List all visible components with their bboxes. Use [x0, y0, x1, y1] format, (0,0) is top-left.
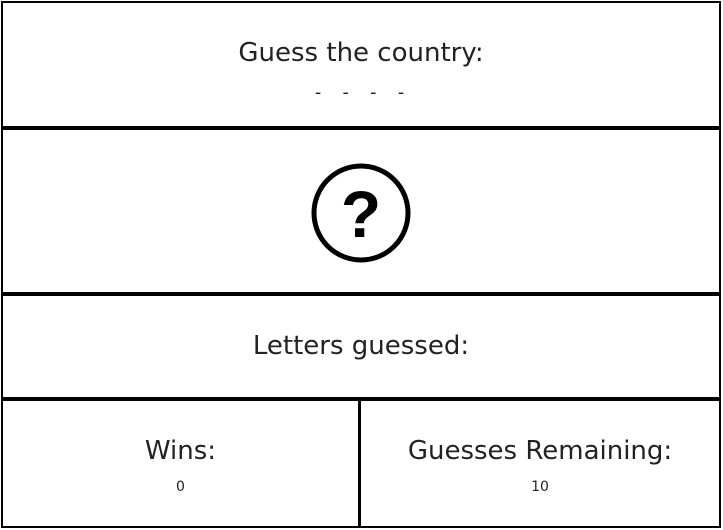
question-mark-glyph: ?	[341, 177, 381, 251]
letters-guessed-panel: Letters guessed:	[3, 296, 719, 401]
wins-label: Wins:	[144, 436, 217, 466]
guesses-remaining-label: Guesses Remaining:	[407, 436, 673, 466]
guesses-remaining-stat: Guesses Remaining: 10	[361, 401, 719, 526]
game-board: Guess the country: - - - - ? Letters gue…	[1, 1, 721, 528]
word-panel: Guess the country: - - - -	[3, 3, 719, 130]
country-image-panel: ?	[3, 130, 719, 296]
guesses-remaining-value: 10	[531, 479, 549, 495]
stats-panel: Wins: 0 Guesses Remaining: 10	[3, 401, 719, 526]
letters-guessed-heading: Letters guessed:	[252, 331, 470, 361]
wins-stat: Wins: 0	[3, 401, 361, 526]
word-prompt-heading: Guess the country:	[238, 38, 484, 68]
word-blanks: - - - -	[312, 82, 410, 103]
question-mark-circle-icon: ?	[311, 163, 411, 263]
wins-value: 0	[176, 479, 185, 495]
